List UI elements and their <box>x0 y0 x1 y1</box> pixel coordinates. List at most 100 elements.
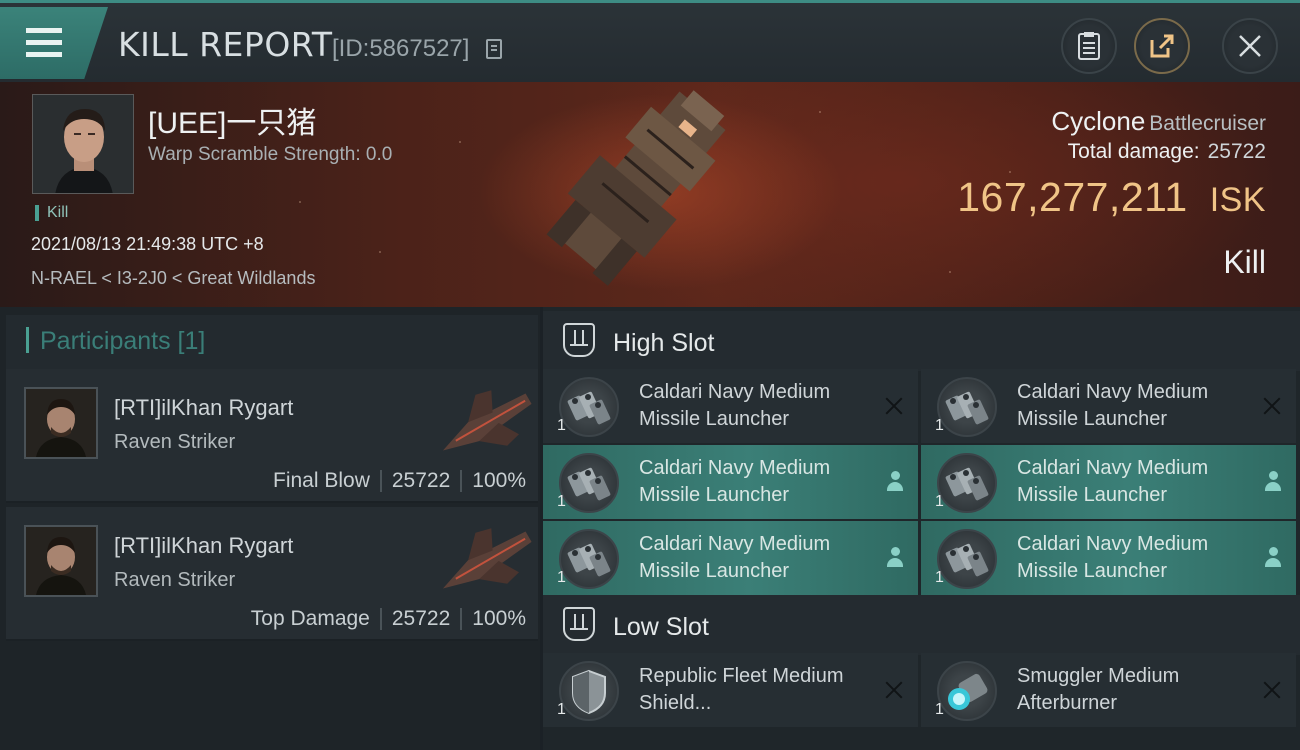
missile-launcher-icon <box>567 467 611 501</box>
kill-tag: Kill <box>35 205 68 221</box>
missile-launcher-icon <box>945 467 989 501</box>
menu-icon <box>26 28 62 33</box>
participant-ship: Raven Striker <box>114 569 236 591</box>
dropped-person-icon <box>1264 547 1282 567</box>
clipboard-button[interactable] <box>1061 18 1117 74</box>
report-id: [ID:5867527] <box>332 35 470 62</box>
missile-launcher-icon <box>945 391 989 425</box>
isk-unit: ISK <box>1209 181 1266 219</box>
module-name: Caldari Navy Medium Missile Launcher <box>1017 381 1209 430</box>
module-name: Caldari Navy Medium Missile Launcher <box>1017 533 1209 582</box>
share-icon <box>1150 34 1174 58</box>
avatar <box>26 389 96 457</box>
low-slot-label: Low Slot <box>613 613 709 641</box>
stat-divider <box>460 470 463 492</box>
section-accent <box>26 327 29 353</box>
kill-outcome: Kill <box>1223 244 1266 280</box>
dropped-person-icon <box>886 471 904 491</box>
module-item[interactable]: 1 Caldari Navy Medium Missile Launcher <box>543 521 918 595</box>
isk-value: 167,277,211 ISK <box>957 174 1266 221</box>
menu-button[interactable] <box>0 7 108 79</box>
copy-icon[interactable] <box>486 39 502 59</box>
high-slot-label: High Slot <box>613 329 715 357</box>
participant-card[interactable]: [RTI]ilKhan Rygart Raven Striker Final B… <box>6 369 538 503</box>
shield-extender-icon <box>572 669 606 715</box>
module-quantity: 1 <box>935 701 944 718</box>
close-button[interactable] <box>1222 18 1278 74</box>
module-icon <box>559 661 619 721</box>
ship-type[interactable]: Cyclone Battlecruiser <box>1051 106 1266 137</box>
victim-name[interactable]: [UEE]一只猪 <box>148 98 316 142</box>
participant-role: Final Blow <box>273 469 370 492</box>
participant-card[interactable]: [RTI]ilKhan Rygart Raven Striker Top Dam… <box>6 507 538 641</box>
module-quantity: 1 <box>557 701 566 718</box>
participant-portrait[interactable] <box>24 525 98 597</box>
share-button[interactable] <box>1134 18 1190 74</box>
module-quantity: 1 <box>557 569 566 586</box>
page-title: KILL REPORT <box>118 25 333 64</box>
close-icon <box>1239 35 1261 57</box>
high-slot-icon <box>563 323 595 357</box>
participant-name[interactable]: [RTI]ilKhan Rygart <box>114 395 293 421</box>
menu-icon-bar <box>26 40 62 45</box>
module-name: Republic Fleet Medium Shield... <box>639 665 844 714</box>
module-item[interactable]: 1 Caldari Navy Medium Missile Launcher <box>921 445 1296 519</box>
missile-launcher-icon <box>945 543 989 577</box>
module-icon <box>559 529 619 589</box>
ship-name: Cyclone <box>1051 106 1146 136</box>
module-item[interactable]: 1 Caldari Navy Medium Missile Launcher <box>543 369 918 443</box>
stat-divider <box>460 608 463 630</box>
participant-damage: 25722 <box>391 469 451 492</box>
participants-header[interactable]: Participants [1] <box>6 315 538 369</box>
victim-portrait[interactable] <box>32 94 134 194</box>
low-slot-icon <box>563 607 595 641</box>
module-quantity: 1 <box>557 493 566 510</box>
high-slot-header: High Slot <box>543 311 1300 371</box>
kill-location[interactable]: N-RAEL < I3-2J0 < Great Wildlands <box>31 268 315 289</box>
menu-icon-bar <box>26 52 62 57</box>
module-icon <box>559 377 619 437</box>
module-quantity: 1 <box>935 493 944 510</box>
participant-ship-image <box>442 390 532 451</box>
fitting-panel: High Slot 1 Caldari Navy Medium Missile L… <box>543 307 1300 750</box>
header-bar: KILL REPORT [ID:5867527] <box>0 0 1300 82</box>
participant-stats: Top Damage 25722 100% <box>251 607 526 631</box>
module-item[interactable]: 1 Republic Fleet Medium Shield... <box>543 653 918 727</box>
module-item[interactable]: 1 Caldari Navy Medium Missile Launcher <box>543 445 918 519</box>
dropped-person-icon <box>1264 471 1282 491</box>
participant-ship: Raven Striker <box>114 431 236 453</box>
module-quantity: 1 <box>935 417 944 434</box>
avatar <box>26 527 96 595</box>
kill-datetime: 2021/08/13 21:49:38 UTC +8 <box>31 234 264 254</box>
module-item[interactable]: 1 Caldari Navy Medium Missile Launcher <box>921 521 1296 595</box>
victim-ship-image <box>546 90 726 286</box>
destroyed-x-icon <box>884 396 904 416</box>
participant-stats: Final Blow 25722 100% <box>273 469 526 493</box>
participant-percent: 100% <box>472 469 526 492</box>
module-quantity: 1 <box>935 569 944 586</box>
participants-title: Participants [1] <box>40 327 206 355</box>
isk-amount: 167,277,211 <box>957 174 1188 220</box>
warp-scramble-strength: Warp Scramble Strength: 0.0 <box>148 144 393 165</box>
missile-launcher-icon <box>567 391 611 425</box>
participant-damage: 25722 <box>391 607 451 630</box>
missile-launcher-icon <box>567 543 611 577</box>
module-name: Caldari Navy Medium Missile Launcher <box>639 381 831 430</box>
participant-percent: 100% <box>472 607 526 630</box>
destroyed-x-icon <box>1262 396 1282 416</box>
module-icon <box>937 453 997 513</box>
module-name: Caldari Navy Medium Missile Launcher <box>639 457 831 506</box>
dropped-person-icon <box>886 547 904 567</box>
participant-portrait[interactable] <box>24 387 98 459</box>
participant-ship-image <box>442 528 532 589</box>
participant-role: Top Damage <box>250 607 370 630</box>
module-item[interactable]: 1 Caldari Navy Medium Missile Launcher <box>921 369 1296 443</box>
module-item[interactable]: 1 Smuggler Medium Afterburner <box>921 653 1296 727</box>
destroyed-x-icon <box>884 680 904 700</box>
participant-name[interactable]: [RTI]ilKhan Rygart <box>114 533 293 559</box>
avatar <box>33 95 133 193</box>
module-name: Caldari Navy Medium Missile Launcher <box>1017 457 1209 506</box>
module-icon <box>937 377 997 437</box>
kill-summary: [UEE]一只猪 Warp Scramble Strength: 0.0 Kil… <box>0 82 1300 307</box>
module-icon <box>559 453 619 513</box>
